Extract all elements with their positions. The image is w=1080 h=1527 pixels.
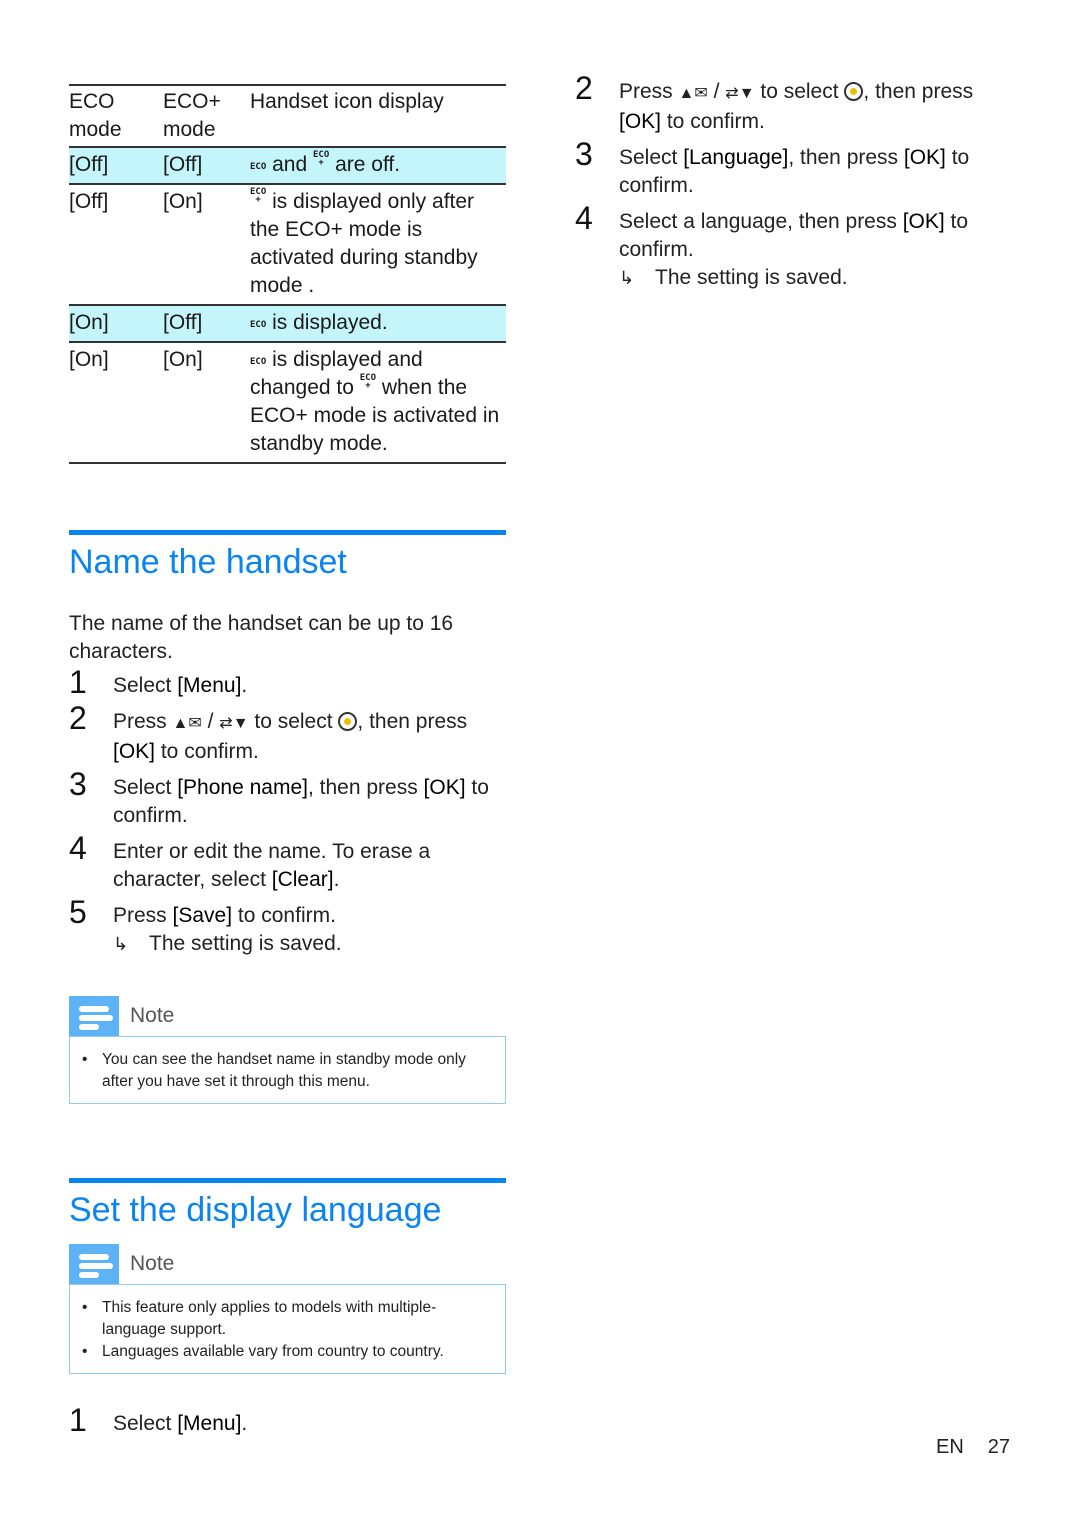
intro-text: The name of the handset can be up to 16 … [69, 612, 454, 663]
eco-plus-icon: ECO + [250, 187, 267, 205]
note-item: This feature only applies to models with… [82, 1297, 493, 1341]
cell-eco: [Off] [69, 153, 109, 176]
step-number: 4 [69, 830, 87, 866]
left-column: ECO mode ECO+ mode Handset icon display [O… [69, 84, 506, 1438]
steps-list: 1 Select [Menu]. [69, 1402, 506, 1438]
step-item: 1 Select [Menu]. [69, 1402, 248, 1438]
step-number: 4 [575, 200, 593, 236]
step-item: 4 Enter or edit the name. To erase a cha… [69, 830, 431, 891]
note-icon [69, 1244, 119, 1284]
step-number: 5 [69, 894, 87, 930]
step-number: 3 [69, 766, 87, 802]
table-row: [Off] [On] ECO + is displayed only after … [69, 184, 506, 305]
header-icon-display: Handset icon display [250, 90, 444, 113]
cell-ecoplus: [On] [163, 190, 203, 213]
note-title: Note [130, 1252, 175, 1275]
note-item: Languages available vary from country to… [82, 1341, 493, 1363]
step-item: 3 Select [Language], then press [OK] to … [575, 136, 970, 197]
cell-eco: [On] [69, 311, 109, 334]
step-number: 3 [575, 136, 593, 172]
right-column: 2 Press ▲✉ / ⇄▼ to select , then press [… [575, 70, 1015, 292]
page-number: 27 [987, 1436, 1011, 1458]
step-item: 2 Press ▲✉ / ⇄▼ to select , then press [… [575, 70, 974, 133]
note-box: Note You can see the handset name in sta… [69, 996, 506, 1104]
step-number: 1 [69, 664, 87, 700]
settings-icon [338, 712, 358, 731]
eco-plus-icon: ECO + [312, 150, 330, 168]
step-item: 1 Select [Menu]. [69, 664, 248, 700]
cell-display: ECO is displayed and changed to ECO + whe… [250, 348, 500, 455]
note-title: Note [130, 1004, 175, 1027]
note-box: Note This feature only applies to models… [69, 1244, 506, 1374]
name-handset-section: Name the handset The name of the handset… [69, 530, 506, 1104]
step-number: 2 [69, 700, 87, 736]
table-header-row: ECO mode ECO+ mode Handset icon display [69, 85, 506, 147]
cell-ecoplus: [Off] [163, 153, 203, 176]
step-item: 5 Press [Save] to confirm. ↳ The setting… [69, 896, 506, 958]
eco-icon: ECO [250, 162, 267, 172]
header-eco-mode: ECO mode [69, 90, 122, 141]
table-row: [Off] [Off] ECO and ECO + are off. [69, 147, 506, 184]
eco-icon: ECO [250, 320, 267, 330]
eco-icon: ECO [250, 357, 267, 367]
display-language-section: Set the display language Note This featu… [69, 1178, 506, 1438]
language-code: EN [936, 1436, 964, 1458]
step-item: 2 Press ▲✉ / ⇄▼ to select , then press [… [69, 700, 468, 763]
cell-ecoplus: [Off] [163, 311, 203, 334]
steps-list: 2 Press ▲✉ / ⇄▼ to select , then press [… [575, 70, 1015, 292]
section-divider [69, 530, 506, 535]
down-redial-icon: ⇄▼ [725, 85, 755, 102]
cell-ecoplus: [On] [163, 348, 203, 371]
cell-display: ECO and ECO + are off. [250, 150, 401, 177]
up-contacts-icon: ▲✉ [678, 85, 708, 102]
step-number: 2 [575, 70, 593, 106]
step-item: 3 Select [Phone name], then press [OK] t… [69, 766, 489, 827]
header-ecoplus-mode: ECO+ mode [163, 90, 221, 141]
section-divider [69, 1178, 506, 1183]
section-title: Set the display language [69, 1191, 442, 1229]
cell-display: ECO is displayed. [250, 311, 388, 334]
cell-eco: [On] [69, 348, 109, 371]
result-arrow-icon: ↳ [619, 268, 635, 288]
step-item: 4 Select a language, then press [OK] to … [575, 202, 1015, 292]
settings-icon [844, 82, 864, 101]
steps-list: 1 Select [Menu]. 2 Press ▲✉ / ⇄▼ to sele… [69, 664, 506, 958]
cell-display: ECO + is displayed only after the ECO+ mo… [250, 187, 478, 298]
step-result: ↳ The setting is saved. [113, 930, 506, 958]
eco-plus-icon: ECO + [359, 373, 377, 391]
step-number: 1 [69, 1402, 87, 1438]
down-redial-icon: ⇄▼ [219, 715, 249, 732]
step-result: ↳ The setting is saved. [619, 264, 1015, 292]
note-icon [69, 996, 119, 1036]
page-footer: EN 27 [936, 1436, 1010, 1459]
table-row: [On] [On] ECO is displayed and changed t… [69, 342, 506, 463]
up-contacts-icon: ▲✉ [172, 715, 202, 732]
note-item: You can see the handset name in standby … [82, 1049, 493, 1093]
result-arrow-icon: ↳ [113, 934, 129, 954]
cell-eco: [Off] [69, 190, 109, 213]
table-row: [On] [Off] ECO is displayed. [69, 305, 506, 342]
section-title: Name the handset [69, 543, 347, 581]
eco-mode-table: ECO mode ECO+ mode Handset icon display [O… [69, 84, 506, 464]
